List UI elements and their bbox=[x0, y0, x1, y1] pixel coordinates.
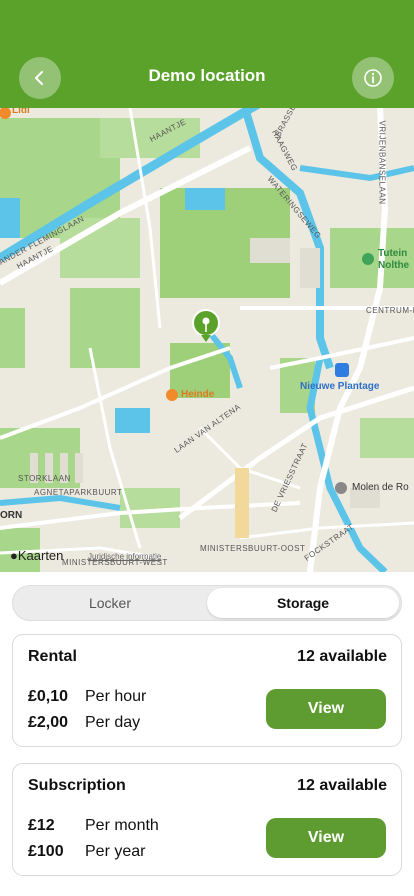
tab-locker[interactable]: Locker bbox=[15, 588, 205, 618]
map-label-storklaan: STORKLAAN bbox=[18, 474, 71, 483]
map-label-orn: ORN bbox=[0, 510, 23, 521]
map-label-molen: Molen de Ro bbox=[352, 482, 409, 493]
map-label-nieuwe-plantage: Nieuwe Plantage bbox=[300, 381, 380, 392]
map-label-ministersbuurt-oost: MINISTERSBUURT-OOST bbox=[200, 544, 306, 553]
map-canvas bbox=[0, 108, 414, 572]
info-icon bbox=[364, 69, 382, 87]
price-period: Per day bbox=[85, 714, 141, 731]
rental-card: Rental 12 available £0,10 Per hour £2,00… bbox=[12, 634, 402, 747]
subscription-card: Subscription 12 available £12 Per month … bbox=[12, 763, 402, 876]
rental-view-button[interactable]: View bbox=[266, 689, 386, 729]
price: £100 bbox=[28, 843, 64, 860]
map-label-lidl: Lidl bbox=[12, 108, 30, 116]
availability-count: 12 available bbox=[297, 648, 387, 665]
price-period: Per month bbox=[85, 817, 159, 834]
tab-storage[interactable]: Storage bbox=[207, 588, 399, 618]
price-period: Per hour bbox=[85, 688, 147, 705]
map-label-centrum-noord: CENTRUM-NOORD bbox=[366, 306, 414, 315]
map-label-nolthe: Nolthe bbox=[378, 260, 410, 271]
header-bar: Demo location bbox=[0, 0, 414, 110]
map-label-heinde: Heinde bbox=[181, 389, 215, 400]
card-title: Rental bbox=[28, 648, 77, 665]
price-period: Per year bbox=[85, 843, 146, 860]
map-attribution: ●Kaarten bbox=[10, 548, 64, 563]
card-title: Subscription bbox=[28, 777, 126, 794]
type-segmented-control: Locker Storage bbox=[12, 585, 402, 621]
price: £0,10 bbox=[28, 688, 69, 705]
subscription-view-button[interactable]: View bbox=[266, 818, 386, 858]
info-button[interactable] bbox=[352, 57, 394, 99]
availability-count: 12 available bbox=[297, 777, 387, 794]
location-map[interactable]: Lidl HAANTJE HAANTJE BRASSE VRIJENBANSEL… bbox=[0, 108, 414, 572]
legal-link[interactable]: Juridische informatie bbox=[88, 552, 161, 561]
price: £2,00 bbox=[28, 714, 69, 731]
apple-logo-icon: ● bbox=[10, 548, 18, 563]
map-label-tutein: Tutein bbox=[378, 248, 408, 259]
price: £12 bbox=[28, 817, 55, 834]
map-label-vrijenbanselaan: VRIJENBANSELAAN bbox=[377, 120, 387, 205]
map-label-agnetaparkbuurt: AGNETAPARKBUURT bbox=[34, 488, 123, 497]
